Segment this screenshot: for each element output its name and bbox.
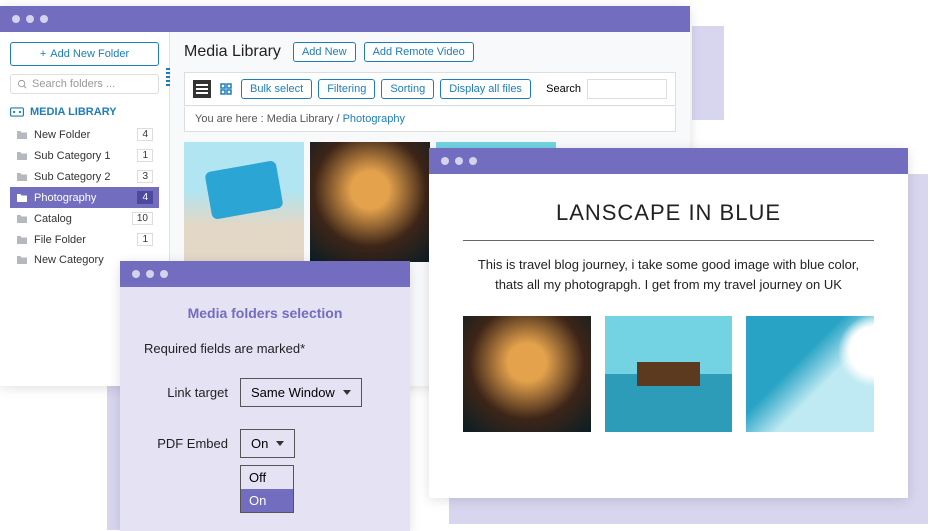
search-folders-input[interactable]: Search folders ... bbox=[10, 74, 159, 94]
window-dot bbox=[132, 270, 140, 278]
folder-icon bbox=[16, 214, 28, 224]
dropdown-option-off[interactable]: Off bbox=[241, 466, 293, 489]
sidebar-folder-item[interactable]: File Folder 1 bbox=[10, 229, 159, 250]
list-icon bbox=[196, 83, 208, 95]
library-root[interactable]: MEDIA LIBRARY bbox=[10, 106, 159, 118]
folder-name: New Folder bbox=[34, 129, 90, 141]
folder-name: Sub Category 2 bbox=[34, 171, 110, 183]
folder-icon bbox=[16, 130, 28, 140]
add-new-folder-button[interactable]: + Add New Folder bbox=[10, 42, 159, 66]
settings-window: Media folders selection Required fields … bbox=[120, 261, 410, 531]
folder-count: 3 bbox=[137, 170, 153, 183]
add-new-button[interactable]: Add New bbox=[293, 42, 356, 62]
chevron-down-icon bbox=[343, 390, 351, 395]
window-dot bbox=[469, 157, 477, 165]
folder-name: File Folder bbox=[34, 234, 86, 246]
folder-count: 4 bbox=[137, 128, 153, 141]
add-remote-video-button[interactable]: Add Remote Video bbox=[364, 42, 474, 62]
window-dot bbox=[146, 270, 154, 278]
folder-count: 4 bbox=[137, 191, 153, 204]
settings-title: Media folders selection bbox=[144, 305, 386, 321]
page-title: Media Library bbox=[184, 43, 281, 61]
sidebar-folder-item[interactable]: Sub Category 1 1 bbox=[10, 145, 159, 166]
media-thumbnail[interactable] bbox=[184, 142, 304, 262]
folder-icon bbox=[16, 193, 28, 203]
window-dot bbox=[26, 15, 34, 23]
bulk-select-button[interactable]: Bulk select bbox=[241, 79, 312, 99]
blog-gallery bbox=[463, 316, 874, 432]
gallery-image bbox=[746, 316, 874, 432]
library-icon bbox=[10, 107, 24, 117]
breadcrumb-link[interactable]: Photography bbox=[343, 113, 405, 125]
link-target-select[interactable]: Same Window bbox=[240, 378, 362, 407]
window-dot bbox=[455, 157, 463, 165]
grid-view-button[interactable] bbox=[217, 80, 235, 98]
folder-icon bbox=[16, 235, 28, 245]
folder-name: Catalog bbox=[34, 213, 72, 225]
folder-icon bbox=[16, 255, 28, 265]
folder-count: 1 bbox=[137, 149, 153, 162]
divider bbox=[463, 240, 874, 241]
window-dot bbox=[160, 270, 168, 278]
grid-icon bbox=[220, 83, 232, 95]
titlebar bbox=[120, 261, 410, 287]
folder-icon bbox=[16, 151, 28, 161]
pdf-embed-dropdown: Off On bbox=[240, 465, 294, 513]
folder-name: New Category bbox=[34, 254, 104, 266]
search-input[interactable] bbox=[587, 79, 667, 99]
folder-name: Photography bbox=[34, 192, 96, 204]
folder-name: Sub Category 1 bbox=[34, 150, 110, 162]
sorting-button[interactable]: Sorting bbox=[381, 79, 434, 99]
sidebar-folder-item[interactable]: Sub Category 2 3 bbox=[10, 166, 159, 187]
toolbar: Bulk select Filtering Sorting Display al… bbox=[184, 72, 676, 106]
sidebar-folder-item[interactable]: Catalog 10 bbox=[10, 208, 159, 229]
window-dot bbox=[441, 157, 449, 165]
blog-preview-window: LANSCAPE IN BLUE This is travel blog jou… bbox=[429, 148, 908, 498]
pdf-embed-label: PDF Embed bbox=[144, 436, 228, 451]
sidebar-folder-item[interactable]: New Folder 4 bbox=[10, 124, 159, 145]
search-label: Search bbox=[546, 83, 581, 95]
blog-title: LANSCAPE IN BLUE bbox=[463, 200, 874, 226]
pdf-embed-select[interactable]: On bbox=[240, 429, 295, 458]
required-note: Required fields are marked* bbox=[144, 341, 386, 356]
list-view-button[interactable] bbox=[193, 80, 211, 98]
chevron-down-icon bbox=[276, 441, 284, 446]
link-target-label: Link target bbox=[144, 385, 228, 400]
window-dot bbox=[40, 15, 48, 23]
gallery-image bbox=[605, 316, 733, 432]
folder-count: 1 bbox=[137, 233, 153, 246]
filtering-button[interactable]: Filtering bbox=[318, 79, 375, 99]
sidebar-folder-item[interactable]: Photography 4 bbox=[10, 187, 159, 208]
media-thumbnail[interactable] bbox=[310, 142, 430, 262]
gallery-image bbox=[463, 316, 591, 432]
titlebar bbox=[0, 6, 690, 32]
blog-description: This is travel blog journey, i take some… bbox=[463, 255, 874, 294]
folder-count: 10 bbox=[132, 212, 153, 225]
window-dot bbox=[12, 15, 20, 23]
folder-icon bbox=[16, 172, 28, 182]
breadcrumb: You are here : Media Library / Photograp… bbox=[184, 107, 676, 132]
dropdown-option-on[interactable]: On bbox=[241, 489, 293, 512]
display-all-button[interactable]: Display all files bbox=[440, 79, 531, 99]
plus-icon: + bbox=[40, 48, 46, 60]
titlebar bbox=[429, 148, 908, 174]
search-icon bbox=[17, 79, 28, 90]
